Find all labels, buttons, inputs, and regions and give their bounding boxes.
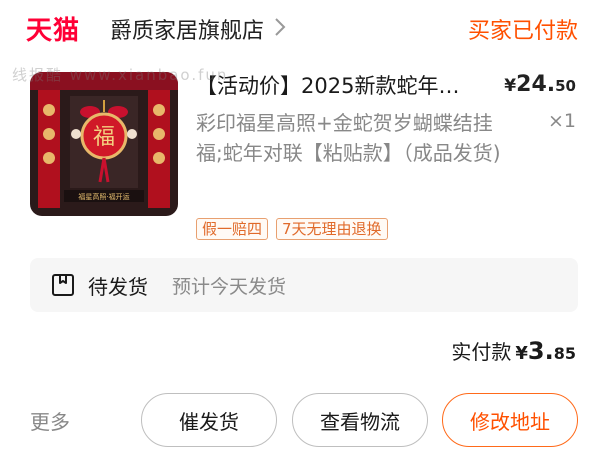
order-header: 天猫 爵质家居旗舰店 买家已付款: [0, 0, 600, 56]
tag-fake-compensation: 假一赔四: [196, 218, 269, 240]
paid-decimal: 85: [553, 344, 576, 363]
change-address-button[interactable]: 修改地址: [442, 393, 578, 447]
tag-7day-return: 7天无理由退换: [276, 218, 388, 240]
watermark: 线报酷 www.xianbao.fun: [12, 66, 229, 84]
shipping-estimate: 预计今天发货: [172, 276, 287, 298]
price-currency: ¥: [504, 76, 517, 96]
product-thumbnail[interactable]: 福 福星高照·福开运: [30, 72, 178, 216]
item-quantity: ×1: [547, 110, 576, 132]
paid-integer: 3.: [527, 337, 554, 365]
item-price: ¥24.50: [504, 72, 576, 97]
svg-text:福: 福: [93, 125, 115, 150]
shipping-status-box[interactable]: 待发货 预计今天发货: [30, 258, 578, 312]
thumbnail-caption: 福星高照·福开运: [78, 192, 129, 201]
view-logistics-button[interactable]: 查看物流: [292, 393, 428, 447]
tmall-logo: 天猫: [26, 16, 81, 46]
chevron-right-icon[interactable]: [272, 16, 288, 38]
service-tags: 假一赔四 7天无理由退换: [196, 218, 388, 240]
price-decimal: 50: [555, 77, 576, 95]
more-button[interactable]: 更多: [30, 406, 70, 435]
product-spec: 彩印福星高照+金蛇贺岁蝴蝶结挂福;蛇年对联【粘贴款】（成品发货): [196, 111, 501, 165]
product-title[interactable]: 【活动价】2025新款蛇年…: [196, 70, 496, 100]
urge-shipment-button[interactable]: 催发货: [141, 393, 277, 447]
product-image: 福 福星高照·福开运: [30, 72, 178, 216]
paid-label: 实付款: [451, 340, 512, 364]
paid-currency: ¥: [515, 343, 528, 364]
shipping-status: 待发货: [88, 275, 148, 299]
store-name-link[interactable]: 爵质家居旗舰店: [110, 13, 264, 45]
paid-amount: 实付款 ¥3.85: [451, 336, 576, 365]
package-icon: [52, 274, 74, 296]
order-status: 买家已付款: [467, 19, 578, 44]
price-integer: 24.: [516, 72, 556, 97]
